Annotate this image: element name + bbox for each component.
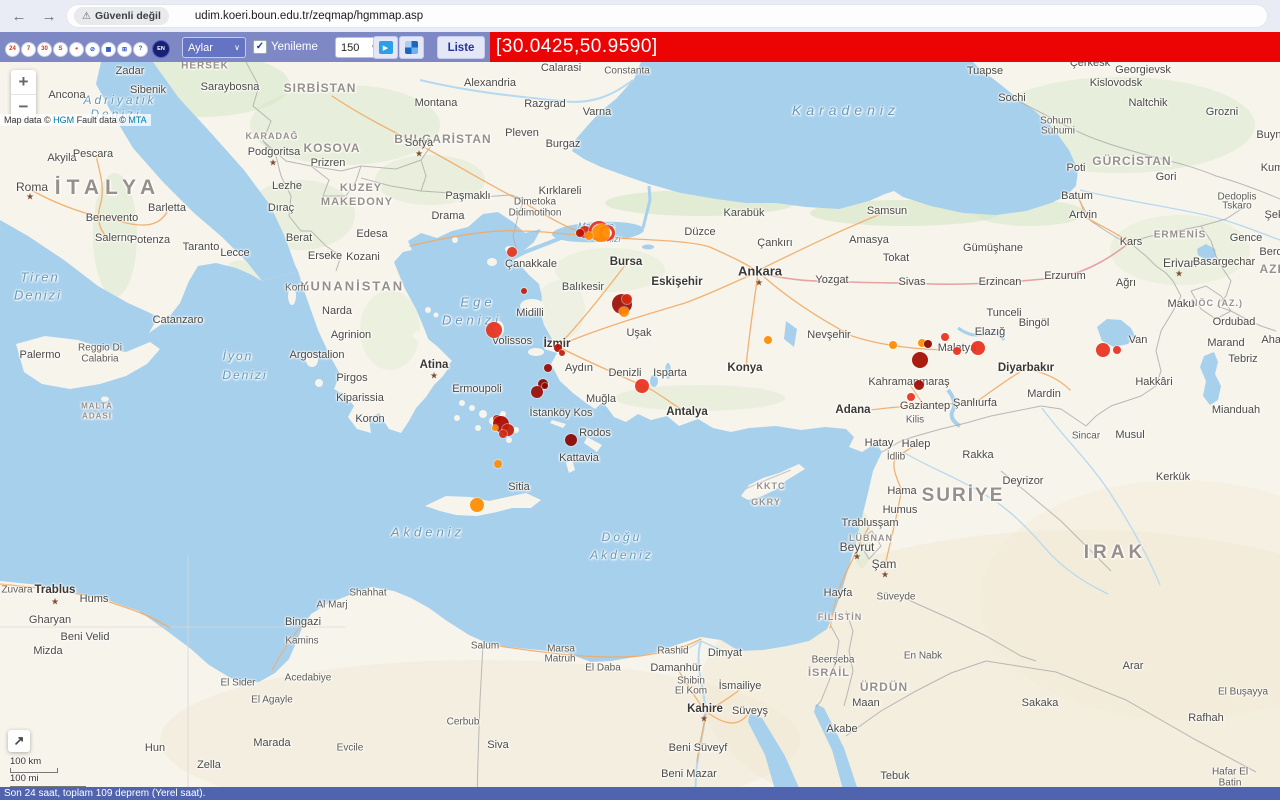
earthquake-marker[interactable] [585, 232, 593, 240]
security-chip[interactable]: ⚠ Güvenli değil [74, 7, 169, 25]
attribution-text: Map data © [4, 115, 53, 125]
table-icon[interactable]: ▦ [101, 42, 116, 57]
scale-mi-label: 100 mi [10, 773, 86, 784]
ban-icon[interactable]: ⊘ [85, 42, 100, 57]
map-attribution: Map data © HGM Fault data © MTA [0, 114, 151, 126]
attribution-text: Fault data © [74, 115, 128, 125]
earthquake-marker[interactable] [470, 498, 484, 512]
refresh-checkbox-label: Yenileme [271, 41, 318, 53]
earthquake-marker[interactable] [494, 460, 502, 468]
browser-chrome: ← → ↻ ⚠ Güvenli değil udim.koeri.boun.ed… [0, 0, 1280, 32]
fullscreen-button[interactable]: ↗ [8, 730, 30, 752]
tiles-icon [405, 41, 418, 54]
earthquake-marker[interactable] [486, 322, 502, 338]
earthquake-marker[interactable] [907, 393, 915, 401]
earthquake-marker[interactable] [971, 341, 985, 355]
earthquake-marker[interactable] [507, 247, 517, 257]
earthquake-marker[interactable] [764, 336, 772, 344]
earthquake-marker[interactable] [941, 333, 949, 341]
earthquake-marker[interactable] [544, 364, 552, 372]
hgm-link[interactable]: HGM [53, 115, 74, 125]
quake-layer [0, 62, 1280, 787]
lang-button-en-glyph: EN [157, 46, 165, 52]
earthquake-marker[interactable] [531, 386, 543, 398]
earthquake-marker[interactable] [592, 224, 610, 242]
help-icon[interactable]: ? [133, 42, 148, 57]
pie-icon[interactable]: ◕ [69, 42, 84, 57]
mta-link[interactable]: MTA [128, 115, 146, 125]
app-toolbar: 24 7 30 S ◕ ⊘ ▦ ⊞? EN Aylar ∨ ✓ Yenileme 150 ∨ ▶… [0, 32, 1280, 62]
status-bar: Son 24 saat, toplam 109 deprem (Yerel sa… [0, 787, 1280, 800]
forward-icon[interactable]: → [38, 8, 60, 25]
ban-icon-glyph: ⊘ [90, 46, 95, 53]
earthquake-marker[interactable] [635, 379, 649, 393]
btn-30[interactable]: 30 [37, 42, 52, 57]
move-icon[interactable]: ⊞ [117, 42, 132, 57]
tiles-button[interactable] [399, 36, 424, 59]
liste-button[interactable]: Liste [437, 36, 485, 59]
btn-30-glyph: 30 [41, 46, 48, 52]
lang-button-en[interactable]: EN [152, 40, 170, 58]
earthquake-marker[interactable] [914, 380, 924, 390]
address-bar[interactable]: ⚠ Güvenli değil udim.koeri.boun.edu.tr/z… [66, 4, 1268, 28]
toolbar-circle-buttons: 24 7 30 S ◕ ⊘ ▦ ⊞? EN [5, 40, 170, 58]
btn-s[interactable]: S [53, 42, 68, 57]
earthquake-marker[interactable] [924, 340, 932, 348]
move-icon-glyph: ⊞ [122, 46, 127, 53]
btn-7[interactable]: 7 [21, 42, 36, 57]
expand-icon: ↗ [14, 733, 25, 749]
earthquake-marker[interactable] [953, 347, 961, 355]
period-select-value: Aylar [188, 42, 213, 54]
zoom-control: + − [11, 70, 36, 119]
map-container[interactable]: AdriyatikDeniziKaradenizTirenDeniziİyonD… [0, 62, 1280, 787]
earthquake-marker[interactable] [622, 294, 632, 304]
earthquake-marker[interactable] [1113, 346, 1121, 354]
earthquake-marker[interactable] [521, 288, 527, 294]
back-icon[interactable]: ← [8, 8, 30, 25]
interval-select-value: 150 [341, 42, 359, 54]
zoom-in-button[interactable]: + [11, 70, 36, 95]
chevron-down-icon: ∨ [234, 43, 240, 52]
scale-bar: 100 km 100 mi [10, 756, 86, 787]
earthquake-marker[interactable] [1096, 343, 1110, 357]
period-select[interactable]: Aylar ∨ [182, 37, 246, 58]
scale-km-label: 100 km [10, 756, 86, 767]
pie-icon-glyph: ◕ [75, 46, 79, 52]
btn-s-glyph: S [58, 46, 62, 52]
earthquake-marker[interactable] [492, 425, 498, 431]
play-button[interactable]: ▶ [373, 36, 398, 59]
earthquake-marker[interactable] [559, 350, 565, 356]
btn-24-glyph: 24 [9, 46, 16, 52]
coordinate-readout: [30.0425,50.9590] [490, 32, 1280, 62]
btn-7-glyph: 7 [27, 46, 30, 52]
play-icon: ▶ [383, 44, 388, 52]
table-icon-glyph: ▦ [106, 46, 112, 53]
earthquake-marker[interactable] [619, 307, 629, 317]
refresh-checkbox[interactable]: ✓ [253, 40, 267, 54]
btn-24[interactable]: 24 [5, 42, 20, 57]
earthquake-marker[interactable] [565, 434, 577, 446]
earthquake-marker[interactable] [889, 341, 897, 349]
earthquake-marker[interactable] [576, 229, 584, 237]
security-label: Güvenli değil [95, 10, 161, 22]
url-text[interactable]: udim.koeri.boun.edu.tr/zeqmap/hgmmap.asp [195, 10, 423, 22]
warning-icon: ⚠ [82, 11, 91, 22]
earthquake-marker[interactable] [912, 352, 928, 368]
earthquake-marker[interactable] [542, 383, 548, 389]
help-icon-glyph: ? [139, 46, 143, 52]
earthquake-marker[interactable] [499, 430, 507, 438]
